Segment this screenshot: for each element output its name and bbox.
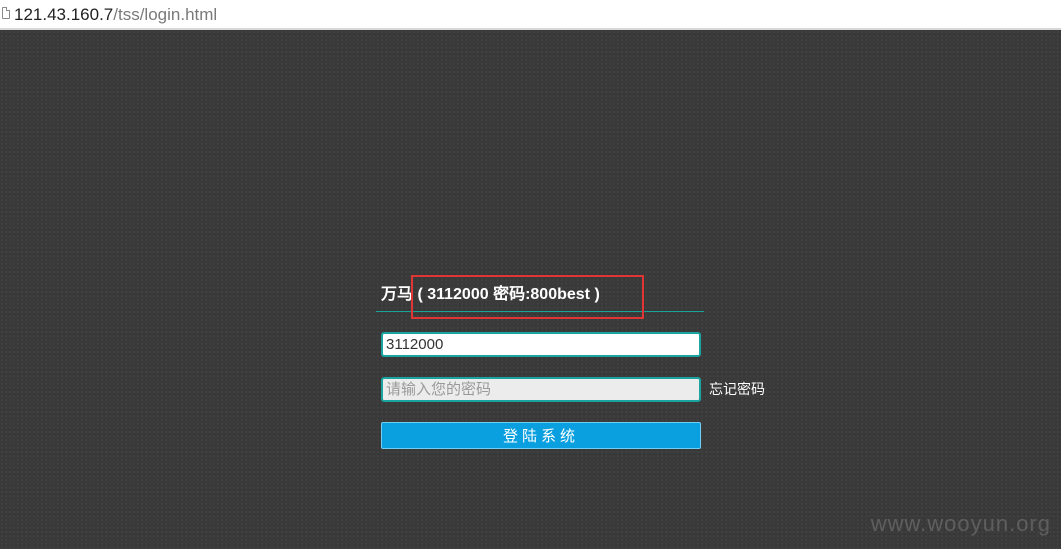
password-input[interactable] xyxy=(381,377,701,402)
page-icon xyxy=(2,7,10,19)
url-host: 121.43.160.7 xyxy=(14,5,114,24)
watermark: www.wooyun.org xyxy=(870,511,1051,536)
annotation-highlight-box xyxy=(411,275,644,319)
username-input[interactable] xyxy=(381,332,701,357)
forgot-password-link[interactable]: 忘记密码 xyxy=(709,380,765,398)
address-bar[interactable]: 121.43.160.7/tss/login.html xyxy=(0,0,1061,30)
url-text[interactable]: 121.43.160.7/tss/login.html xyxy=(14,5,217,25)
login-button[interactable]: 登陆系统 xyxy=(381,422,701,449)
url-path: /tss/login.html xyxy=(113,5,218,24)
